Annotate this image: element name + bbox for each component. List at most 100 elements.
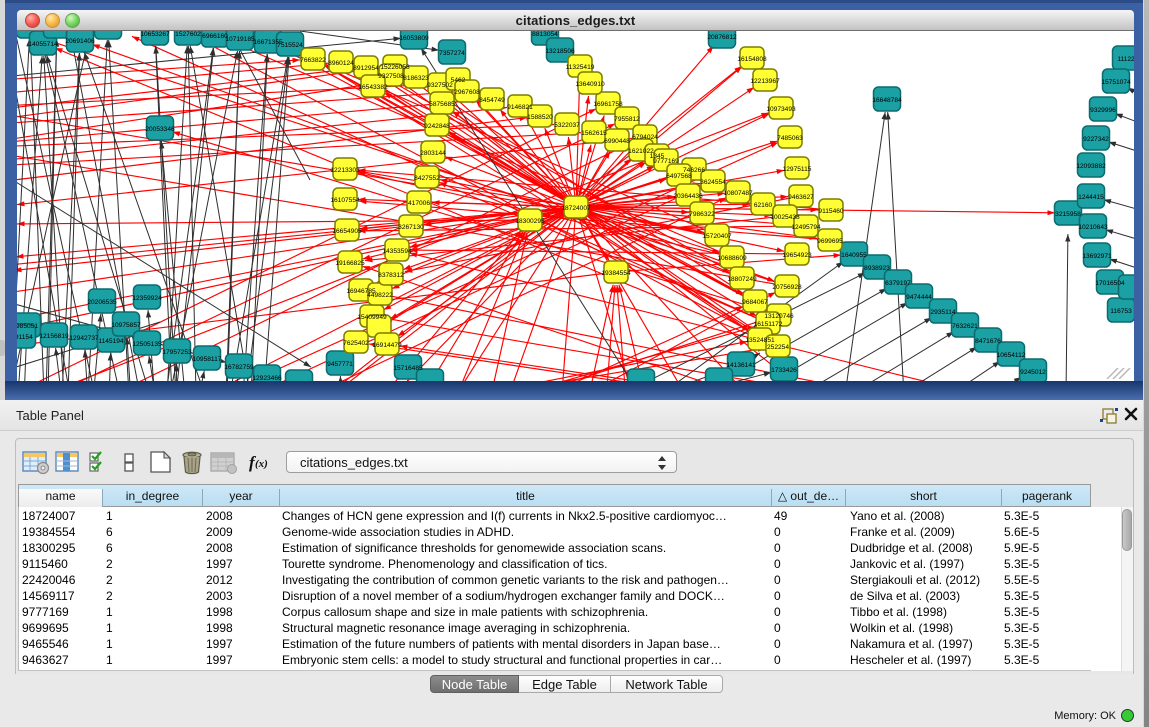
svg-text:8427552: 8427552: [414, 175, 440, 182]
svg-text:16961758: 16961758: [593, 101, 623, 108]
svg-text:12093882: 12093882: [1076, 163, 1106, 170]
svg-text:7485063: 7485063: [777, 135, 803, 142]
svg-text:985051: 985051: [17, 323, 38, 330]
svg-text:391154: 391154: [17, 334, 33, 341]
svg-text:16654905: 16654905: [332, 228, 362, 235]
svg-text:9146821: 9146821: [507, 104, 533, 111]
svg-text:16151172: 16151172: [754, 321, 783, 328]
svg-text:14353594: 14353594: [382, 248, 412, 255]
svg-text:417006: 417006: [408, 200, 430, 207]
svg-text:12923466: 12923466: [252, 375, 282, 381]
svg-text:7515524: 7515524: [277, 42, 303, 49]
svg-text:10654112: 10654112: [997, 352, 1026, 359]
svg-text:1145194: 1145194: [98, 338, 124, 345]
svg-text:7625402: 7625402: [343, 340, 369, 347]
svg-text:9699695: 9699695: [817, 238, 843, 245]
svg-text:18807249: 18807249: [727, 276, 757, 283]
svg-text:9242848: 9242848: [424, 123, 450, 130]
svg-text:6379197: 6379197: [885, 280, 911, 287]
svg-text:5875685: 5875685: [429, 101, 455, 108]
svg-text:3215958: 3215958: [1055, 211, 1081, 218]
svg-text:19166825: 19166825: [335, 260, 365, 267]
svg-text:5462: 5462: [451, 77, 466, 84]
svg-text:4498222: 4498222: [367, 292, 393, 299]
svg-text:8471676: 8471676: [975, 338, 1001, 345]
svg-text:19654923: 19654923: [782, 252, 812, 259]
svg-text:20364436: 20364436: [673, 193, 703, 200]
svg-text:7955812: 7955812: [614, 116, 640, 123]
svg-text:9684067: 9684067: [742, 299, 768, 306]
svg-text:62160: 62160: [754, 202, 773, 209]
svg-text:(x): (x): [255, 458, 268, 470]
svg-text:12359924: 12359924: [132, 295, 162, 302]
svg-text:12213967: 12213967: [750, 78, 780, 85]
svg-text:20756928: 20756928: [772, 284, 802, 291]
svg-text:2967608: 2967608: [454, 89, 480, 96]
svg-text:9115460: 9115460: [818, 208, 844, 215]
svg-text:1733426: 1733426: [771, 367, 797, 374]
svg-text:6794024: 6794024: [632, 134, 658, 141]
svg-text:13218506: 13218506: [545, 48, 575, 55]
svg-text:10025438: 10025438: [770, 214, 800, 221]
svg-text:7357274: 7357274: [439, 50, 465, 57]
svg-text:13692971: 13692971: [1082, 253, 1112, 260]
svg-text:8912954: 8912954: [353, 65, 379, 72]
svg-text:11325419: 11325419: [566, 64, 595, 71]
svg-text:15226058: 15226058: [380, 64, 410, 71]
svg-text:16782759: 16782759: [224, 364, 254, 371]
svg-text:12975115: 12975115: [783, 166, 812, 173]
svg-text:16914479: 16914479: [372, 342, 402, 349]
svg-text:17016504: 17016504: [1095, 280, 1125, 287]
svg-text:9327502: 9327502: [427, 82, 453, 89]
svg-text:14055714: 14055714: [28, 41, 58, 48]
svg-text:9227342: 9227342: [1083, 136, 1109, 143]
svg-text:10975857: 10975857: [111, 322, 141, 329]
svg-text:12942737: 12942737: [69, 335, 99, 342]
svg-text:10807487: 10807487: [723, 190, 753, 197]
svg-text:15409949: 15409949: [357, 314, 387, 321]
svg-text:8186323: 8186323: [403, 75, 429, 82]
svg-text:10973493: 10973493: [766, 106, 796, 113]
svg-text:5322037: 5322037: [554, 122, 580, 129]
svg-text:2803144: 2803144: [420, 150, 446, 157]
svg-text:11122: 11122: [1117, 56, 1134, 63]
svg-text:2935114: 2935114: [930, 309, 956, 316]
svg-text:1562615: 1562615: [581, 130, 607, 137]
svg-text:12495794: 12495794: [791, 224, 821, 231]
svg-text:6497568: 6497568: [666, 173, 692, 180]
svg-text:8378312: 8378312: [378, 272, 404, 279]
svg-text:9327508: 9327508: [378, 73, 404, 80]
svg-text:7663822: 7663822: [300, 57, 326, 64]
svg-text:9463627: 9463627: [788, 194, 814, 201]
svg-text:1244415: 1244415: [1078, 194, 1104, 201]
svg-text:10210643: 10210643: [1078, 224, 1108, 231]
svg-text:8813054: 8813054: [532, 31, 558, 38]
svg-text:10653267: 10653267: [140, 31, 170, 38]
svg-text:9777169: 9777169: [653, 158, 679, 165]
svg-text:9245012: 9245012: [1020, 369, 1046, 376]
svg-text:12156819: 12156819: [39, 333, 69, 340]
svg-text:18724007: 18724007: [561, 205, 591, 212]
svg-text:6966160: 6966160: [202, 33, 228, 40]
svg-text:10688609: 10688609: [717, 255, 747, 262]
svg-text:15716485: 15716485: [393, 365, 423, 372]
svg-text:252254: 252254: [767, 344, 789, 351]
svg-text:14136141: 14136141: [726, 362, 756, 369]
svg-text:15751074: 15751074: [1101, 79, 1131, 86]
svg-text:10719185: 10719185: [225, 36, 255, 43]
svg-text:7986322: 7986322: [689, 211, 715, 218]
svg-text:16543382: 16543382: [358, 84, 388, 91]
svg-text:116753: 116753: [1110, 308, 1132, 315]
svg-text:16648784: 16648784: [872, 97, 902, 104]
svg-text:6990448: 6990448: [604, 138, 630, 145]
svg-text:15720407: 15720407: [702, 233, 732, 240]
svg-text:12213303: 12213303: [330, 167, 360, 174]
svg-text:1588520: 1588520: [527, 114, 553, 121]
svg-text:16053809: 16053809: [399, 35, 429, 42]
svg-text:1640955: 1640955: [841, 252, 867, 259]
svg-text:13640910: 13640910: [575, 81, 605, 88]
svg-text:8960124: 8960124: [328, 60, 354, 67]
svg-text:20876812: 20876812: [707, 34, 737, 41]
svg-text:8938923: 8938923: [864, 265, 890, 272]
svg-text:9474444: 9474444: [906, 294, 932, 301]
